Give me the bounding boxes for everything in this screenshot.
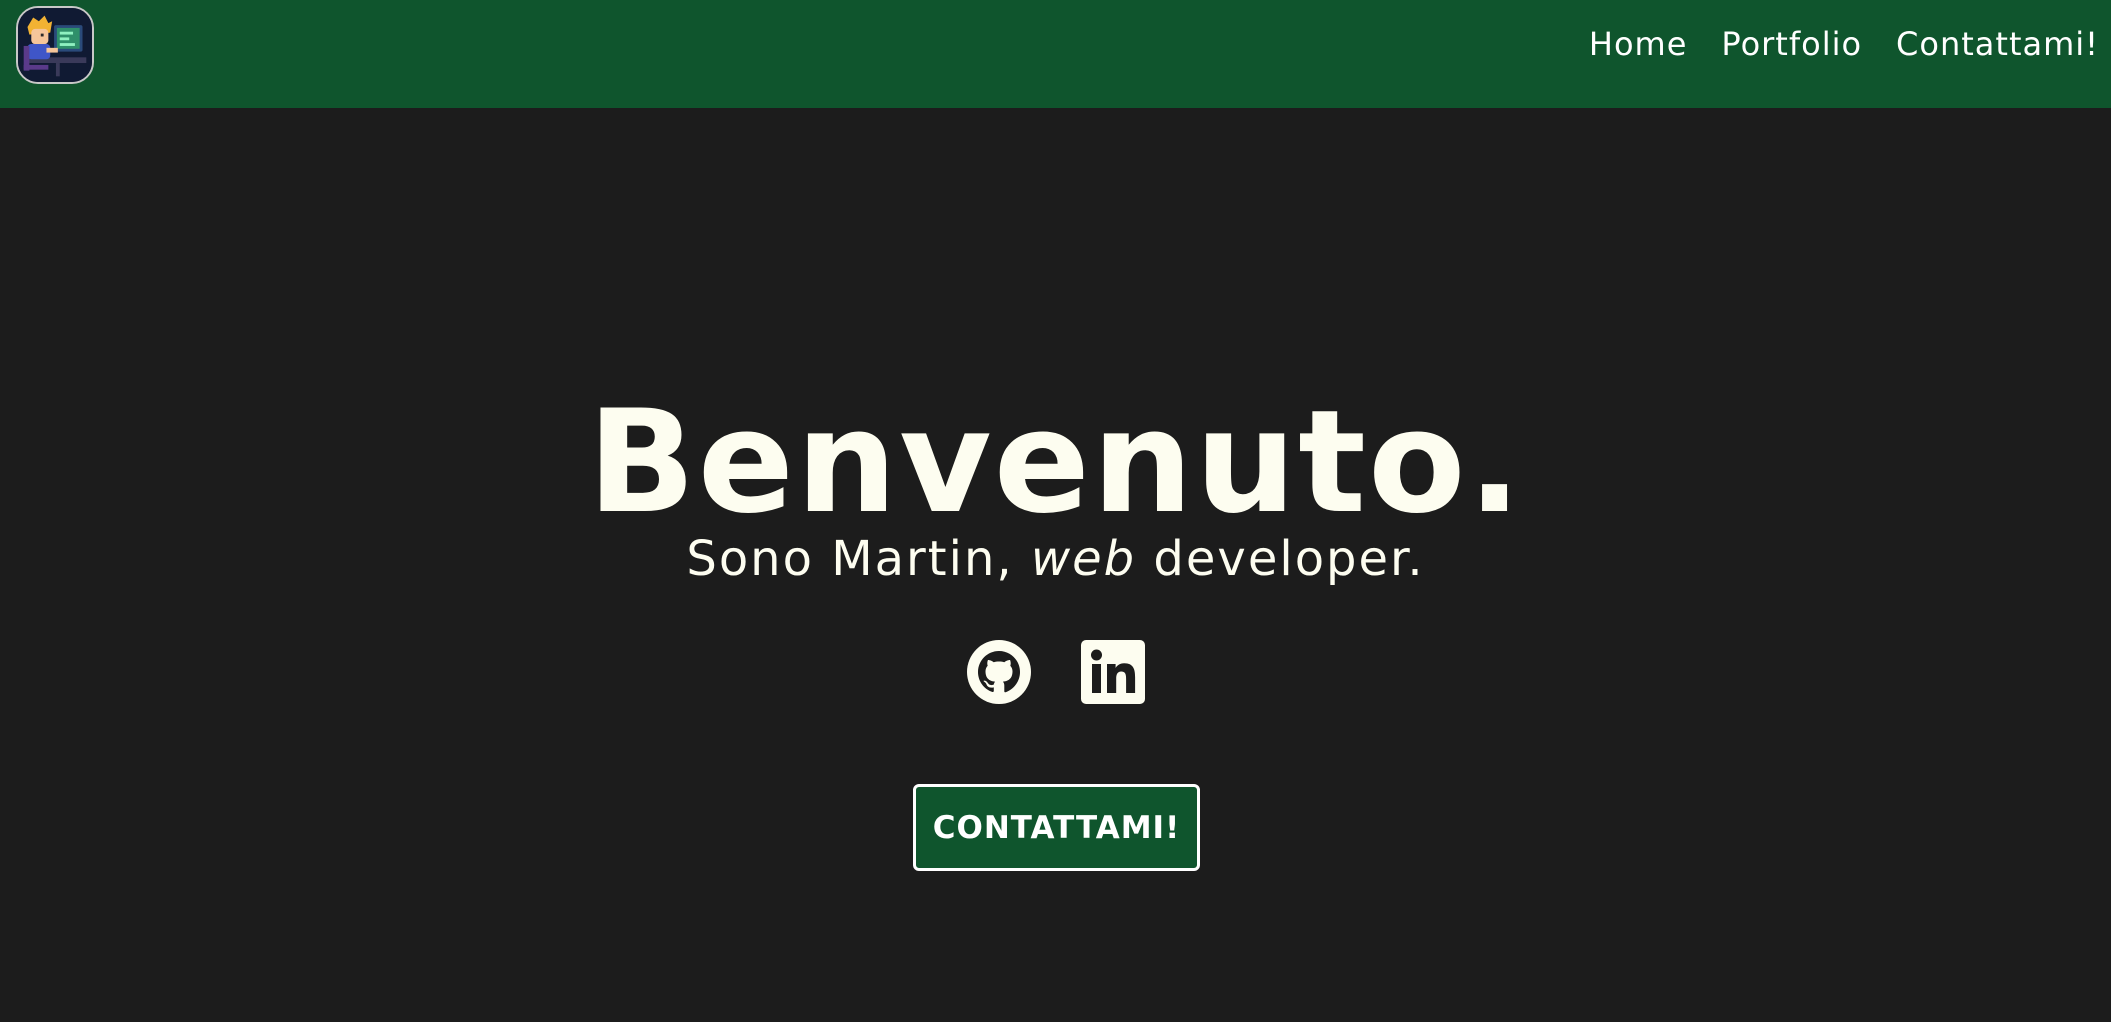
github-icon — [967, 640, 1031, 704]
subtitle-emphasis: web — [1030, 531, 1137, 587]
nav-link-portfolio[interactable]: Portfolio — [1721, 22, 1862, 66]
social-links — [966, 639, 1146, 705]
main-nav: Home Portfolio Contattami! — [1589, 22, 2099, 66]
linkedin-icon — [1081, 640, 1145, 704]
github-link[interactable] — [966, 639, 1032, 705]
subtitle-prefix: Sono Martin, — [686, 531, 1031, 587]
hero-title: Benvenuto. — [587, 380, 1524, 545]
hero-section: Benvenuto. Sono Martin, web developer. C… — [0, 108, 2111, 1022]
developer-avatar-icon — [18, 8, 92, 82]
subtitle-suffix: developer. — [1136, 531, 1425, 587]
contact-button[interactable]: CONTATTAMI! — [913, 784, 1200, 871]
linkedin-link[interactable] — [1080, 639, 1146, 705]
nav-link-contattami[interactable]: Contattami! — [1896, 22, 2099, 66]
avatar-logo[interactable] — [16, 6, 94, 84]
hero-subtitle: Sono Martin, web developer. — [0, 529, 2111, 589]
navbar: Home Portfolio Contattami! — [0, 0, 2111, 108]
nav-link-home[interactable]: Home — [1589, 22, 1688, 66]
